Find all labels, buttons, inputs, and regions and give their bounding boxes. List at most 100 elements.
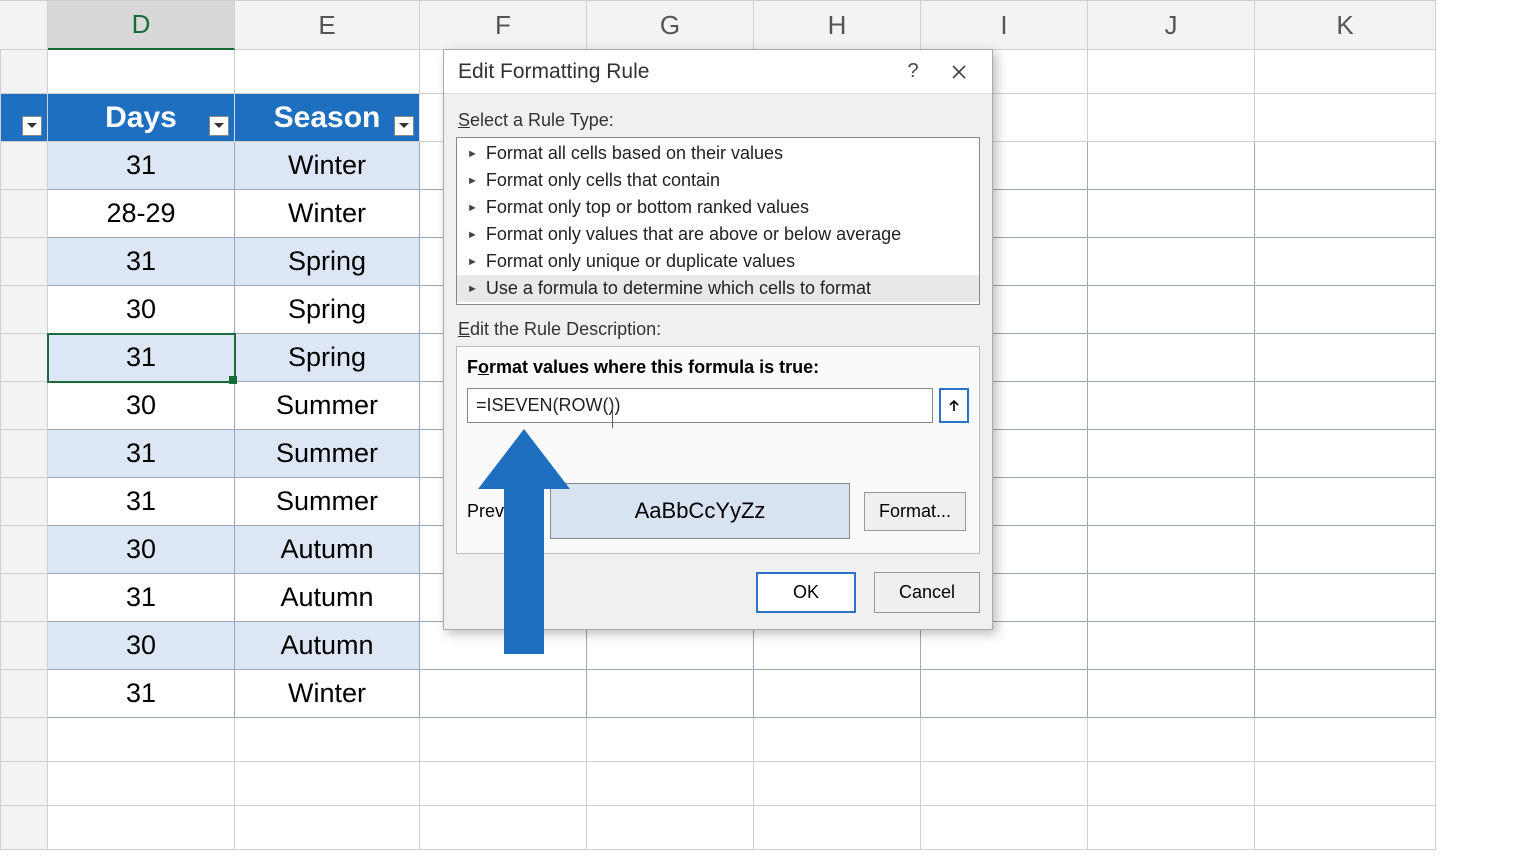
rule-type-item[interactable]: Format only unique or duplicate values xyxy=(457,248,979,275)
cell[interactable] xyxy=(1255,430,1436,478)
row-header[interactable] xyxy=(0,286,48,334)
cell[interactable] xyxy=(1088,50,1255,94)
row-header[interactable] xyxy=(0,238,48,286)
cell[interactable] xyxy=(235,50,420,94)
cell[interactable] xyxy=(1255,622,1436,670)
range-picker-button[interactable] xyxy=(939,388,969,423)
cell-season[interactable]: Summer xyxy=(235,478,420,526)
cell[interactable] xyxy=(1088,238,1255,286)
cell[interactable] xyxy=(1088,334,1255,382)
cell[interactable] xyxy=(1255,50,1436,94)
cell-season[interactable]: Winter xyxy=(235,142,420,190)
cell[interactable] xyxy=(1255,286,1436,334)
cell[interactable] xyxy=(1255,190,1436,238)
select-all-corner[interactable] xyxy=(0,0,48,50)
cell[interactable] xyxy=(1088,526,1255,574)
cell[interactable] xyxy=(1088,478,1255,526)
cell-days[interactable]: 31 xyxy=(48,142,235,190)
rule-type-item[interactable]: Format only values that are above or bel… xyxy=(457,221,979,248)
cell[interactable] xyxy=(921,670,1088,718)
cell[interactable] xyxy=(1255,382,1436,430)
cell[interactable] xyxy=(1088,382,1255,430)
rule-type-list[interactable]: Format all cells based on their values F… xyxy=(456,137,980,305)
filter-dropdown-icon[interactable] xyxy=(394,116,414,136)
cell-days[interactable]: 31 xyxy=(48,670,235,718)
cell[interactable] xyxy=(1088,670,1255,718)
col-header-G[interactable]: G xyxy=(587,0,754,50)
cell-season[interactable]: Spring xyxy=(235,334,420,382)
cell[interactable] xyxy=(1088,574,1255,622)
row-header[interactable] xyxy=(0,670,48,718)
cell-season[interactable]: Autumn xyxy=(235,574,420,622)
row-header[interactable] xyxy=(0,142,48,190)
row-header[interactable] xyxy=(0,478,48,526)
cell-days[interactable]: 31 xyxy=(48,238,235,286)
cancel-button[interactable]: Cancel xyxy=(874,572,980,613)
cell[interactable] xyxy=(1088,430,1255,478)
cell-season[interactable]: Winter xyxy=(235,190,420,238)
cell-days[interactable]: 30 xyxy=(48,526,235,574)
cell-days[interactable]: 30 xyxy=(48,382,235,430)
cell-season[interactable]: Spring xyxy=(235,238,420,286)
rule-type-item-selected[interactable]: Use a formula to determine which cells t… xyxy=(457,275,979,302)
cell-season[interactable]: Autumn xyxy=(235,526,420,574)
rule-type-item[interactable]: Format only cells that contain xyxy=(457,167,979,194)
ok-button[interactable]: OK xyxy=(756,572,856,613)
cell[interactable] xyxy=(1088,286,1255,334)
col-header-E[interactable]: E xyxy=(235,0,420,50)
row-header[interactable] xyxy=(0,526,48,574)
col-header-I[interactable]: I xyxy=(921,0,1088,50)
table-header-season[interactable]: Season xyxy=(235,94,420,142)
cell[interactable] xyxy=(1255,670,1436,718)
cell[interactable] xyxy=(1255,94,1436,142)
cell[interactable] xyxy=(754,670,921,718)
cell-season[interactable]: Winter xyxy=(235,670,420,718)
cell-days[interactable]: 31 xyxy=(48,430,235,478)
row-header[interactable] xyxy=(0,574,48,622)
close-button[interactable] xyxy=(936,57,982,87)
row-header[interactable] xyxy=(0,50,48,94)
cell[interactable] xyxy=(1255,574,1436,622)
col-header-F[interactable]: F xyxy=(420,0,587,50)
col-header-J[interactable]: J xyxy=(1088,0,1255,50)
row-header[interactable] xyxy=(0,190,48,238)
col-header-K[interactable]: K xyxy=(1255,0,1436,50)
cell[interactable] xyxy=(1255,334,1436,382)
cell[interactable] xyxy=(48,50,235,94)
cell-season[interactable]: Spring xyxy=(235,286,420,334)
row-header[interactable] xyxy=(0,622,48,670)
cell[interactable] xyxy=(420,670,587,718)
cell-days[interactable]: 28-29 xyxy=(48,190,235,238)
cell-season[interactable]: Summer xyxy=(235,430,420,478)
rule-type-item[interactable]: Format only top or bottom ranked values xyxy=(457,194,979,221)
formula-input[interactable]: =ISEVEN(ROW()) xyxy=(467,388,933,423)
row-header[interactable] xyxy=(0,94,48,142)
cell[interactable] xyxy=(1088,622,1255,670)
cell[interactable] xyxy=(1255,238,1436,286)
help-button[interactable]: ? xyxy=(890,57,936,87)
rule-type-item[interactable]: Format all cells based on their values xyxy=(457,140,979,167)
cell[interactable] xyxy=(1255,478,1436,526)
cell-days[interactable]: 31 xyxy=(48,334,235,382)
filter-dropdown-icon[interactable] xyxy=(209,116,229,136)
format-button[interactable]: Format... xyxy=(864,492,966,531)
cell-days[interactable]: 31 xyxy=(48,478,235,526)
cell-days[interactable]: 30 xyxy=(48,622,235,670)
cell-season[interactable]: Autumn xyxy=(235,622,420,670)
col-header-D[interactable]: D xyxy=(48,0,235,50)
cell[interactable] xyxy=(587,670,754,718)
row-header[interactable] xyxy=(0,430,48,478)
cell[interactable] xyxy=(1088,190,1255,238)
table-header-days[interactable]: Days xyxy=(48,94,235,142)
cell[interactable] xyxy=(1255,526,1436,574)
cell[interactable] xyxy=(1088,94,1255,142)
row-header[interactable] xyxy=(0,382,48,430)
col-header-H[interactable]: H xyxy=(754,0,921,50)
filter-dropdown-icon[interactable] xyxy=(22,116,42,136)
cell-days[interactable]: 31 xyxy=(48,574,235,622)
row-header[interactable] xyxy=(0,334,48,382)
cell[interactable] xyxy=(1088,142,1255,190)
cell[interactable] xyxy=(1255,142,1436,190)
cell-season[interactable]: Summer xyxy=(235,382,420,430)
dialog-titlebar[interactable]: Edit Formatting Rule ? xyxy=(444,50,992,94)
